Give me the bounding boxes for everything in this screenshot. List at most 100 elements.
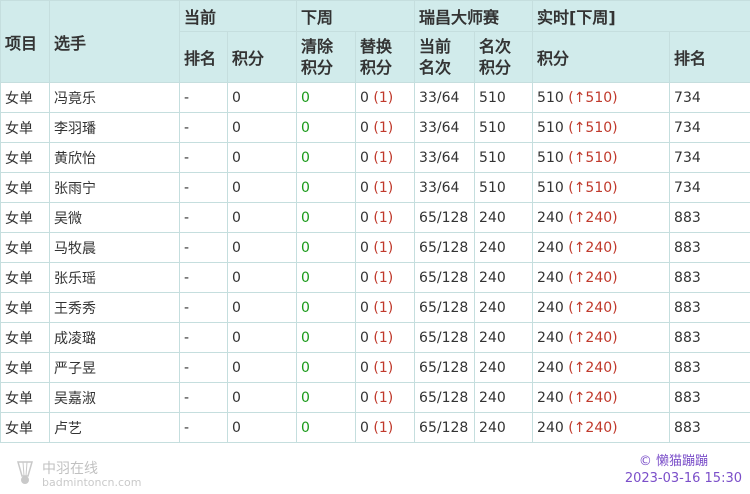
cell-replace-points-value: 0	[360, 119, 369, 136]
cell-round-points: 240	[474, 352, 534, 383]
cell-current-points-value: 0	[232, 239, 241, 256]
cell-current-rank-value: -	[184, 89, 190, 106]
cell-event: 女单	[0, 382, 50, 413]
cell-replace-points-value: 0	[360, 389, 369, 406]
cell-current-rank-value: -	[184, 119, 190, 136]
cell-live-points: 510 (↑510)	[532, 112, 671, 143]
cell-replace-points-value: 0	[360, 89, 369, 106]
cell-live-rank: 734	[669, 142, 750, 173]
round-points-line2: 积分	[479, 58, 512, 77]
cell-player: 黄欣怡	[49, 142, 180, 173]
cell-player-value: 吴嘉淑	[54, 390, 96, 407]
cell-current-rank: -	[179, 82, 228, 113]
cell-current-round: 65/128	[414, 412, 476, 443]
cell-replace-points: 0 (1)	[355, 112, 416, 143]
cell-event: 女单	[0, 262, 50, 293]
cell-current-rank-value: -	[184, 269, 190, 286]
cell-current-round: 65/128	[414, 382, 476, 413]
cell-current-points-value: 0	[232, 299, 241, 316]
cell-current-points: 0	[226, 232, 298, 263]
cell-live-rank-value: 734	[674, 149, 701, 166]
cell-round-points: 240	[474, 232, 534, 263]
cell-current-round: 33/64	[414, 142, 476, 173]
cell-live-points-value: 240	[537, 419, 564, 436]
cell-round-points-value: 240	[479, 389, 506, 406]
cell-live-rank: 734	[669, 172, 750, 203]
group-header-current: 当前	[178, 0, 298, 32]
cell-current-rank: -	[179, 322, 228, 353]
cell-player: 严子昱	[49, 352, 180, 383]
cell-clear-points: 0	[296, 412, 357, 443]
col-header-live-points: 积分	[532, 31, 671, 83]
cell-live-points-value: 510	[537, 89, 564, 106]
site-logo: 中羽在线 badmintoncn.com	[12, 456, 152, 492]
replace-points-line2: 积分	[360, 58, 393, 77]
cell-replace-points-value: 0	[360, 269, 369, 286]
cell-current-round-value: 65/128	[419, 389, 469, 406]
cell-live-points-note: (↑240)	[568, 419, 618, 436]
cell-live-rank: 883	[669, 382, 750, 413]
cell-clear-points: 0	[296, 82, 357, 113]
cell-replace-points-value: 0	[360, 299, 369, 316]
cell-live-points: 240 (↑240)	[532, 292, 671, 323]
ranking-table: 项目 选手 当前 下周 瑞昌大师赛 实时[下周] 排名 积分 清除 积分 替换 …	[0, 0, 750, 443]
cell-clear-points: 0	[296, 142, 357, 173]
cell-player-value: 冯竟乐	[54, 90, 96, 107]
cell-current-round-value: 65/128	[419, 239, 469, 256]
cell-current-points-value: 0	[232, 329, 241, 346]
cell-live-rank: 883	[669, 232, 750, 263]
group-header-next-week: 下周	[296, 0, 416, 32]
cell-live-points-note: (↑240)	[568, 239, 618, 256]
cell-current-points: 0	[226, 412, 298, 443]
cell-live-points-value: 510	[537, 179, 564, 196]
cell-replace-points: 0 (1)	[355, 412, 416, 443]
cell-live-points: 240 (↑240)	[532, 352, 671, 383]
table-row: 女单 张雨宁 -0 0 0 (1) 33/64 510 510 (↑510) 734	[0, 172, 750, 203]
cell-clear-points: 0	[296, 352, 357, 383]
cell-clear-points: 0	[296, 292, 357, 323]
cell-live-points-value: 510	[537, 119, 564, 136]
cell-live-points: 240 (↑240)	[532, 412, 671, 443]
cell-replace-points-note: (1)	[373, 149, 394, 166]
cell-round-points-value: 240	[479, 269, 506, 286]
cell-live-points: 240 (↑240)	[532, 202, 671, 233]
cell-live-points-value: 510	[537, 149, 564, 166]
cell-replace-points-note: (1)	[373, 89, 394, 106]
cell-current-rank: -	[179, 172, 228, 203]
cell-round-points-value: 240	[479, 359, 506, 376]
cell-replace-points-note: (1)	[373, 299, 394, 316]
cell-current-round-value: 65/128	[419, 209, 469, 226]
cell-player: 成凌璐	[49, 322, 180, 353]
cell-current-rank-value: -	[184, 179, 190, 196]
cell-current-points-value: 0	[232, 359, 241, 376]
cell-live-points-note: (↑240)	[568, 299, 618, 316]
cell-current-rank-value: -	[184, 419, 190, 436]
cell-current-round-value: 65/128	[419, 359, 469, 376]
cell-live-rank-value: 883	[674, 329, 701, 346]
cell-event-value: 女单	[5, 360, 33, 377]
cell-player: 李羽璠	[49, 112, 180, 143]
col-header-current-round: 当前 名次	[414, 31, 476, 83]
cell-live-rank-value: 883	[674, 389, 701, 406]
cell-replace-points-note: (1)	[373, 269, 394, 286]
table-row: 女单 吴嘉淑 -0 0 0 (1) 65/128 240 240 (↑240) 883	[0, 382, 750, 413]
cell-player-value: 张乐瑶	[54, 270, 96, 287]
cell-current-rank-value: -	[184, 359, 190, 376]
cell-live-points: 240 (↑240)	[532, 262, 671, 293]
cell-event-value: 女单	[5, 90, 33, 107]
cell-live-rank-value: 734	[674, 89, 701, 106]
cell-clear-points-value: 0	[301, 419, 310, 436]
cell-current-round: 65/128	[414, 202, 476, 233]
cell-player-value: 黄欣怡	[54, 150, 96, 167]
cell-current-rank: -	[179, 292, 228, 323]
cell-live-points-note: (↑240)	[568, 329, 618, 346]
cell-player: 吴微	[49, 202, 180, 233]
cell-live-rank-value: 883	[674, 209, 701, 226]
cell-event-value: 女单	[5, 180, 33, 197]
cell-live-rank-value: 883	[674, 299, 701, 316]
cell-current-points: 0	[226, 82, 298, 113]
cell-replace-points-note: (1)	[373, 239, 394, 256]
cell-current-points: 0	[226, 382, 298, 413]
cell-player-value: 吴微	[54, 210, 82, 227]
cell-player: 吴嘉淑	[49, 382, 180, 413]
